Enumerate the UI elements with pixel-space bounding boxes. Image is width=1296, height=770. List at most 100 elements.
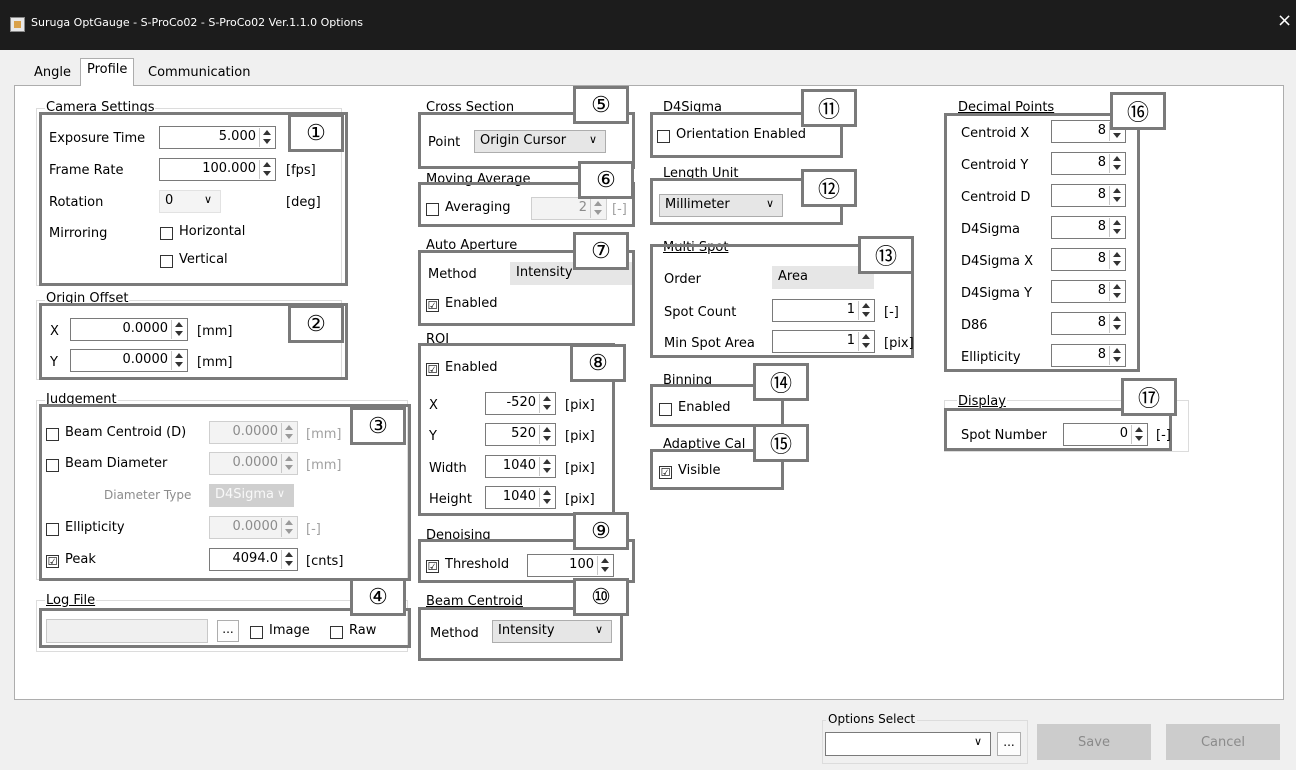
decimal-spinner-d4sigma-x[interactable]: 8 bbox=[1051, 248, 1126, 271]
beam-centroid-judgement-spinner[interactable]: 0.0000 bbox=[209, 421, 298, 444]
peak-judgement-spinner[interactable]: 4094.0 bbox=[209, 548, 298, 571]
cancel-button[interactable]: Cancel bbox=[1166, 724, 1280, 760]
spinner-arrows-icon[interactable] bbox=[281, 454, 296, 473]
roi-width-spinner[interactable]: 1040 bbox=[485, 455, 556, 478]
min-spot-area-unit: [pix] bbox=[884, 336, 914, 351]
spinner-arrows-icon[interactable] bbox=[590, 199, 605, 218]
decimal-spinner-ellipticity[interactable]: 8 bbox=[1051, 344, 1126, 367]
frame-rate-unit: [fps] bbox=[286, 163, 316, 178]
log-file-path-input[interactable] bbox=[46, 619, 208, 643]
tab-profile[interactable]: Profile bbox=[80, 58, 135, 86]
spot-number-spinner[interactable]: 0 bbox=[1063, 423, 1148, 446]
roi-y-unit: [pix] bbox=[565, 429, 595, 444]
close-icon[interactable]: × bbox=[1277, 12, 1292, 30]
spinner-arrows-icon[interactable] bbox=[1109, 314, 1124, 333]
beam-diameter-judgement-spinner[interactable]: 0.0000 bbox=[209, 452, 298, 475]
log-raw-label: Raw bbox=[349, 623, 377, 638]
spinner-arrows-icon[interactable] bbox=[171, 351, 186, 370]
mirroring-label: Mirroring bbox=[49, 226, 108, 241]
length-unit-dropdown[interactable]: Millimeter ∨ bbox=[659, 194, 783, 217]
spinner-arrows-icon[interactable] bbox=[1109, 154, 1124, 173]
tab-communication[interactable]: Communication bbox=[142, 62, 256, 86]
spinner-arrows-icon[interactable] bbox=[1109, 250, 1124, 269]
min-spot-area-spinner[interactable]: 1 bbox=[772, 330, 875, 353]
peak-judgement-label: Peak bbox=[65, 552, 96, 567]
options-browse-button[interactable]: ... bbox=[997, 732, 1021, 756]
rotation-dropdown[interactable]: 0 ∨ bbox=[159, 190, 221, 213]
checkbox-icon bbox=[657, 130, 670, 143]
chevron-down-icon: ∨ bbox=[973, 735, 982, 748]
origin-offset-legend: Origin Offset bbox=[45, 291, 130, 306]
diameter-type-dropdown[interactable]: D4Sigma ∨ bbox=[209, 484, 294, 507]
decimal-spinner-centroid-d[interactable]: 8 bbox=[1051, 184, 1126, 207]
spinner-arrows-icon[interactable] bbox=[1109, 346, 1124, 365]
roi-y-spinner[interactable]: 520 bbox=[485, 423, 556, 446]
decimal-spinner-d86[interactable]: 8 bbox=[1051, 312, 1126, 335]
origin-x-spinner[interactable]: 0.0000 bbox=[70, 318, 188, 341]
spinner-arrows-icon[interactable] bbox=[171, 320, 186, 339]
spinner-arrows-icon[interactable] bbox=[539, 457, 554, 476]
tab-angle[interactable]: Angle bbox=[28, 62, 77, 86]
roi-y-label: Y bbox=[429, 429, 437, 444]
moving-average-legend: Moving Average bbox=[425, 172, 532, 187]
roi-height-spinner[interactable]: 1040 bbox=[485, 486, 556, 509]
spinner-arrows-icon[interactable] bbox=[1109, 186, 1124, 205]
auto-aperture-method-value: Intensity bbox=[516, 265, 573, 280]
beam-diameter-judgement-label: Beam Diameter bbox=[65, 456, 168, 471]
point-label: Point bbox=[428, 135, 461, 150]
spinner-arrows-icon[interactable] bbox=[259, 160, 274, 179]
decimal-value-centroid-x: 8 bbox=[1097, 123, 1106, 138]
beam-centroid-method-dropdown[interactable]: Intensity ∨ bbox=[492, 620, 612, 643]
origin-y-label: Y bbox=[50, 355, 58, 370]
spinner-arrows-icon[interactable] bbox=[281, 423, 296, 442]
decimal-value-centroid-d: 8 bbox=[1097, 187, 1106, 202]
spinner-arrows-icon[interactable] bbox=[539, 425, 554, 444]
camera-settings-legend: Camera Settings bbox=[45, 100, 156, 115]
roi-x-spinner[interactable]: -520 bbox=[485, 392, 556, 415]
decimal-spinner-centroid-y[interactable]: 8 bbox=[1051, 152, 1126, 175]
min-spot-area-label: Min Spot Area bbox=[664, 336, 755, 351]
spinner-arrows-icon[interactable] bbox=[858, 301, 873, 320]
origin-x-label: X bbox=[50, 324, 59, 339]
spinner-arrows-icon[interactable] bbox=[539, 394, 554, 413]
spinner-arrows-icon[interactable] bbox=[858, 332, 873, 351]
decimal-spinner-d4sigma-y[interactable]: 8 bbox=[1051, 280, 1126, 303]
log-file-browse-button[interactable]: ... bbox=[217, 620, 239, 642]
spinner-arrows-icon[interactable] bbox=[597, 556, 612, 575]
spinner-arrows-icon[interactable] bbox=[1109, 282, 1124, 301]
options-select-dropdown[interactable]: ∨ bbox=[825, 732, 991, 756]
averaging-spinner[interactable]: 2 bbox=[531, 197, 607, 220]
spinner-arrows-icon[interactable] bbox=[1131, 425, 1146, 444]
spinner-arrows-icon[interactable] bbox=[281, 518, 296, 537]
spinner-arrows-icon[interactable] bbox=[259, 128, 274, 147]
order-label: Order bbox=[664, 272, 701, 287]
beam-centroid-judgement-value: 0.0000 bbox=[232, 424, 279, 439]
frame-rate-spinner[interactable]: 100.000 bbox=[159, 158, 276, 181]
diameter-type-value: D4Sigma bbox=[215, 487, 275, 502]
callout-marker-3: ③ bbox=[350, 407, 406, 445]
exposure-time-spinner[interactable]: 5.000 bbox=[159, 126, 276, 149]
chevron-down-icon: ∨ bbox=[276, 487, 285, 500]
checkbox-icon bbox=[46, 428, 59, 441]
options-select-label: Options Select bbox=[826, 712, 918, 726]
denoising-threshold-spinner[interactable]: 100 bbox=[527, 554, 614, 577]
callout-marker-11: ⑪ bbox=[801, 89, 857, 127]
spinner-arrows-icon[interactable] bbox=[281, 550, 296, 569]
checkbox-icon bbox=[659, 403, 672, 416]
beam-centroid-judgement-unit: [mm] bbox=[306, 427, 342, 442]
callout-marker-13: ⑬ bbox=[858, 236, 914, 274]
check-icon: ☑ bbox=[426, 560, 439, 573]
origin-y-unit: [mm] bbox=[197, 355, 233, 370]
spinner-arrows-icon[interactable] bbox=[1109, 218, 1124, 237]
averaging-unit: [-] bbox=[612, 202, 627, 217]
save-button[interactable]: Save bbox=[1037, 724, 1151, 760]
decimal-value-d86: 8 bbox=[1097, 315, 1106, 330]
ellipticity-judgement-spinner[interactable]: 0.0000 bbox=[209, 516, 298, 539]
spinner-arrows-icon[interactable] bbox=[539, 488, 554, 507]
spot-count-spinner[interactable]: 1 bbox=[772, 299, 875, 322]
frame-rate-value: 100.000 bbox=[202, 161, 256, 176]
decimal-spinner-d4sigma[interactable]: 8 bbox=[1051, 216, 1126, 239]
point-dropdown[interactable]: Origin Cursor ∨ bbox=[474, 130, 606, 153]
app-icon bbox=[10, 17, 25, 32]
origin-y-spinner[interactable]: 0.0000 bbox=[70, 349, 188, 372]
